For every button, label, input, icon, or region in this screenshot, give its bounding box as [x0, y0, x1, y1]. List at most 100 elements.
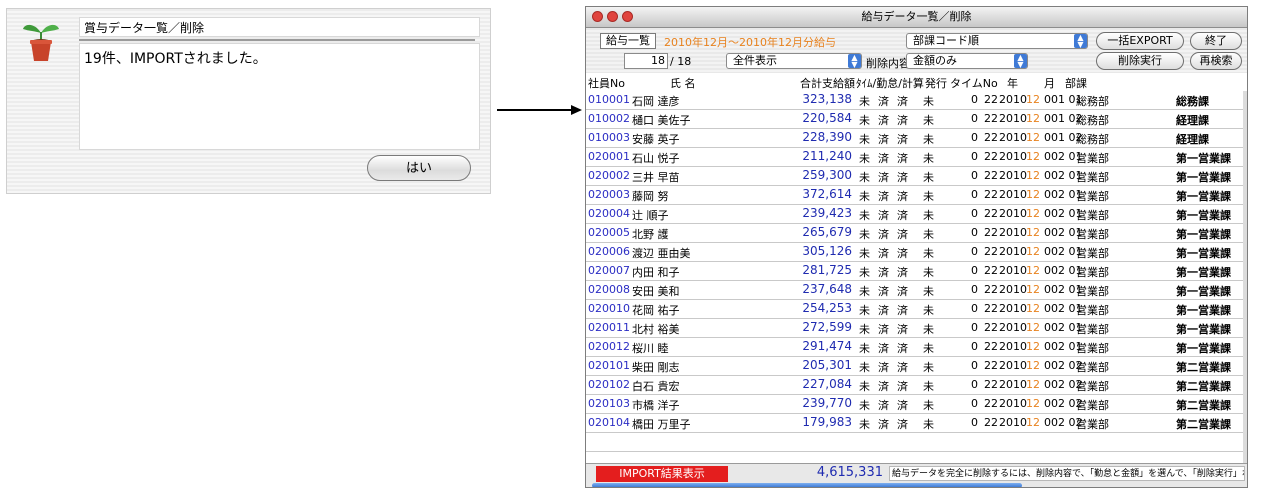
col-year[interactable]: 年 — [1007, 75, 1018, 91]
time-no: 22 — [984, 245, 998, 258]
month: 12 — [1026, 131, 1040, 144]
dept-name: 総務部 — [1076, 133, 1109, 146]
emp-name: 北野 護 — [632, 228, 669, 241]
calc-status: 済 — [897, 95, 908, 108]
time-no: 22 — [984, 188, 998, 201]
calc-status: 済 — [897, 304, 908, 317]
table-row[interactable]: 020004 辻 順子 239,423 未済済未 0 22 2010 12 002 01 営業部第… — [586, 205, 1243, 224]
dept-name: 営業部 — [1076, 266, 1109, 279]
table-row[interactable]: 020102 白石 貴宏 227,084 未済済未 0 22 2010 12 002 02 営業部… — [586, 376, 1243, 395]
col-month[interactable]: 月 — [1044, 75, 1055, 91]
emp-no: 020104 — [588, 416, 630, 429]
total-amount: 372,614 — [802, 187, 852, 201]
import-dialog: 賞与データ一覧／削除 19件、IMPORTされました。 はい — [6, 8, 491, 194]
col-issue[interactable]: 発行 — [925, 75, 947, 91]
attendance-status: 済 — [878, 247, 889, 260]
year: 2010 — [999, 416, 1027, 429]
import-result-button[interactable]: IMPORT結果表示 — [596, 466, 728, 482]
bulk-export-button[interactable]: 一括EXPORT — [1096, 32, 1184, 50]
year: 2010 — [999, 340, 1027, 353]
payroll-list-button[interactable]: 給与一覧 — [600, 33, 656, 49]
year: 2010 — [999, 188, 1027, 201]
calc-status: 済 — [897, 209, 908, 222]
emp-no: 020103 — [588, 397, 630, 410]
emp-no: 020102 — [588, 378, 630, 391]
zoom-light-icon[interactable] — [622, 11, 633, 22]
time-no: 22 — [984, 321, 998, 334]
time-no: 22 — [984, 169, 998, 182]
emp-no: 020010 — [588, 302, 630, 315]
minimize-light-icon[interactable] — [607, 11, 618, 22]
time-status: 未 — [859, 152, 870, 165]
time-status: 未 — [859, 171, 870, 184]
table-row[interactable]: 020002 三井 早苗 259,300 未済済未 0 22 2010 12 002 01 営業部… — [586, 167, 1243, 186]
year: 2010 — [999, 359, 1027, 372]
col-emp-no[interactable]: 社員No — [588, 75, 625, 91]
execute-delete-button[interactable]: 削除実行 — [1096, 52, 1184, 70]
calc-status: 済 — [897, 323, 908, 336]
year: 2010 — [999, 150, 1027, 163]
table-row[interactable]: 020011 北村 裕美 272,599 未済済未 0 22 2010 12 002 01 営業部… — [586, 319, 1243, 338]
col-dept[interactable]: 部課 — [1065, 75, 1087, 91]
total-amount: 239,770 — [802, 396, 852, 410]
col-time-no[interactable]: タイムNo — [950, 75, 998, 91]
attendance-status: 済 — [878, 114, 889, 127]
emp-name: 市橋 洋子 — [632, 399, 680, 412]
filter-select[interactable]: 全件表示 ▲ ▼ — [726, 53, 862, 69]
table-row[interactable]: 010001 石岡 達彦 323,138 未済済未 0 22 2010 12 001 01 総務部… — [586, 91, 1243, 110]
research-button[interactable]: 再検索 — [1190, 52, 1242, 70]
section-name: 経理課 — [1176, 133, 1209, 146]
sort-select[interactable]: 部課コード順 ▲ ▼ — [906, 33, 1088, 49]
table-row[interactable]: 010003 安藤 英子 228,390 未済済未 0 22 2010 12 001 02 総務部… — [586, 129, 1243, 148]
col-total[interactable]: 合計支給額 — [800, 75, 855, 91]
table-row[interactable]: 020007 内田 和子 281,725 未済済未 0 22 2010 12 002 01 営業部… — [586, 262, 1243, 281]
emp-no: 020002 — [588, 169, 630, 182]
exit-button[interactable]: 終了 — [1190, 32, 1242, 50]
table-row[interactable]: 020005 北野 護 265,679 未済済未 0 22 2010 12 002 01 営業部第… — [586, 224, 1243, 243]
table-row[interactable]: 020012 桜川 睦 291,474 未済済未 0 22 2010 12 002 01 営業部第… — [586, 338, 1243, 357]
record-count-field[interactable]: 18 — [624, 53, 668, 69]
delete-content-label: 削除内容 — [866, 57, 910, 70]
delete-content-select[interactable]: 金額のみ ▲ ▼ — [906, 53, 1028, 69]
emp-name: 安田 美和 — [632, 285, 680, 298]
year: 2010 — [999, 169, 1027, 182]
zero-flag: 0 — [971, 340, 978, 353]
month: 12 — [1026, 264, 1040, 277]
total-amount: 281,725 — [802, 263, 852, 277]
table-row[interactable]: 020010 花岡 祐子 254,253 未済済未 0 22 2010 12 002 01 営業部… — [586, 300, 1243, 319]
ok-button[interactable]: はい — [367, 155, 471, 181]
record-total: / 18 — [670, 55, 692, 68]
attendance-status: 済 — [878, 285, 889, 298]
time-no: 22 — [984, 378, 998, 391]
table-row[interactable]: 020103 市橋 洋子 239,770 未済済未 0 22 2010 12 002 02 営業部… — [586, 395, 1243, 414]
dept-name: 営業部 — [1076, 285, 1109, 298]
table-row[interactable]: 020006 渡辺 亜由美 305,126 未済済未 0 22 2010 12 002 01 営業… — [586, 243, 1243, 262]
vertical-scrollbar[interactable] — [1243, 91, 1247, 463]
year: 2010 — [999, 283, 1027, 296]
col-time-status[interactable]: ﾀｲﾑ/勤怠/計算 — [856, 75, 924, 91]
section-name: 第二営業課 — [1176, 399, 1231, 412]
table-row[interactable]: 020008 安田 美和 237,648 未済済未 0 22 2010 12 002 01 営業部… — [586, 281, 1243, 300]
table-row[interactable]: 020001 石山 悦子 211,240 未済済未 0 22 2010 12 002 01 営業部… — [586, 148, 1243, 167]
col-name[interactable]: 氏 名 — [670, 75, 696, 91]
table-row[interactable]: 020104 橋田 万里子 179,983 未済済未 0 22 2010 12 002 02 営業… — [586, 414, 1243, 433]
attendance-status: 済 — [878, 95, 889, 108]
time-no: 22 — [984, 264, 998, 277]
year: 2010 — [999, 397, 1027, 410]
issue-status: 未 — [923, 133, 934, 146]
table-row[interactable]: 020101 柴田 剛志 205,301 未済済未 0 22 2010 12 002 02 営業部… — [586, 357, 1243, 376]
time-no: 22 — [984, 283, 998, 296]
delete-content-value: 金額のみ — [913, 54, 957, 67]
section-name: 第一営業課 — [1176, 304, 1231, 317]
zero-flag: 0 — [971, 378, 978, 391]
close-light-icon[interactable] — [592, 11, 603, 22]
time-status: 未 — [859, 304, 870, 317]
table-row[interactable]: 010002 樋口 美佐子 220,584 未済済未 0 22 2010 12 001 02 総務… — [586, 110, 1243, 129]
zero-flag: 0 — [971, 416, 978, 429]
table-row[interactable]: 020003 藤岡 努 372,614 未済済未 0 22 2010 12 002 01 営業部第… — [586, 186, 1243, 205]
total-amount: 179,983 — [802, 415, 852, 429]
emp-name: 白石 貴宏 — [632, 380, 680, 393]
calc-status: 済 — [897, 342, 908, 355]
calc-status: 済 — [897, 399, 908, 412]
issue-status: 未 — [923, 323, 934, 336]
